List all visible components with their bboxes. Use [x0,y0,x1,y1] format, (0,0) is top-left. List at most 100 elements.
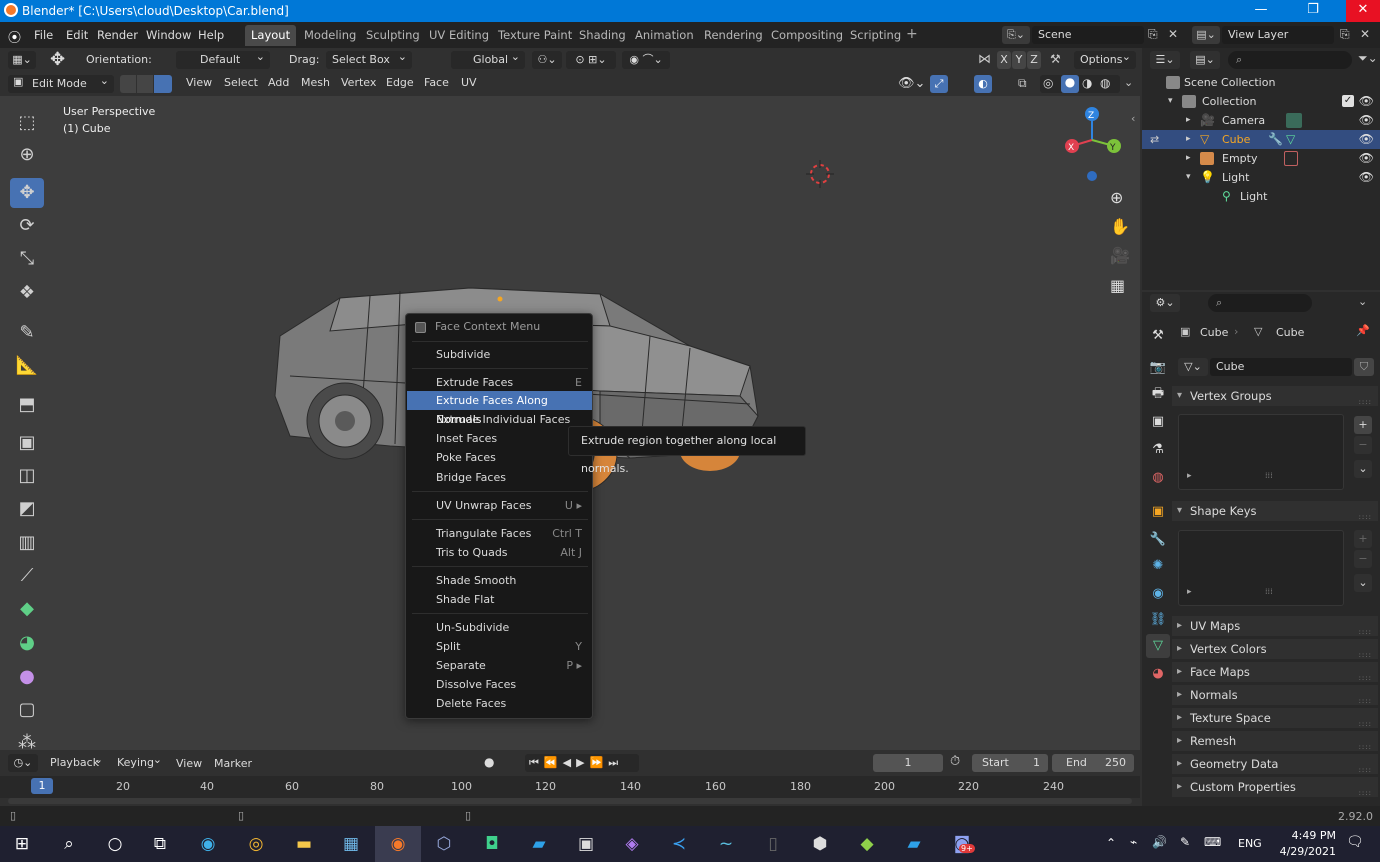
material-shading-icon[interactable]: ◑ [1082,76,1092,90]
volume-icon[interactable]: 🔊 [1152,835,1167,849]
gizmo-toggle-icon[interactable]: ⤢ [930,75,948,93]
pivot-point-icon[interactable]: ⚇⌄ [532,51,562,69]
drag-dropdown[interactable]: Select Box [326,48,412,69]
timeline-view-menu[interactable]: View [176,757,202,770]
zoom-icon[interactable]: ⊕ [1110,188,1123,207]
eye-icon[interactable]: 👁 [1359,92,1374,111]
menu-add[interactable]: Add [268,76,289,89]
tab-layout[interactable]: Layout [245,25,297,46]
outliner-item-empty[interactable]: ▸ Empty 👁 [1142,149,1380,168]
list-expand-icon[interactable]: ▸ [1187,471,1192,481]
jump-end-icon[interactable]: ⏭ [608,756,623,769]
windows-start-icon[interactable]: ⊞ [8,830,36,858]
section-shape-keys[interactable]: Shape Keys:::: [1172,501,1378,521]
file-explorer-icon[interactable]: ▬ [290,830,318,858]
outliner-item-light[interactable]: ▾ 💡 Light 👁 [1142,168,1380,187]
world-tab-icon[interactable]: ◍ [1146,466,1170,490]
camera-view-icon[interactable]: 🎥 [1110,246,1130,265]
timeline-scrollbar[interactable] [8,798,1132,804]
cursor-tool-icon[interactable]: ⊕ [10,140,44,170]
shrink-fatten-tool-icon[interactable]: ▢ [10,695,44,725]
playhead[interactable]: 1 [31,778,53,794]
eye-icon[interactable]: 👁 [1359,149,1374,168]
network-icon[interactable]: ⌁ [1130,835,1137,849]
tab-sculpting[interactable]: Sculpting [360,25,426,46]
menu-help[interactable]: Help [198,28,224,42]
search-icon[interactable]: ⌕ [55,830,83,858]
menu-uv[interactable]: UV [461,76,477,89]
transform-orientation-dropdown[interactable]: Global [451,48,525,69]
keyboard-icon[interactable]: ⌨ [1204,835,1221,849]
visual-studio-icon[interactable]: ◈ [618,830,646,858]
start-frame-field[interactable]: Start 1 [972,754,1048,772]
section-geometry-data[interactable]: Geometry Data:::: [1172,754,1378,774]
mesh-data-tab-icon[interactable]: ▽ [1146,634,1170,658]
mirror-z-toggle[interactable]: Z [1027,51,1041,69]
editor-type-icon[interactable]: ▦⌄ [8,51,36,69]
blender-taskbar-icon[interactable]: ◉ [375,826,421,862]
outliner-collection[interactable]: ▾ Collection ✓ 👁 [1142,92,1380,111]
edge-browser-icon[interactable]: ◉ [194,830,222,858]
display-mode-icon[interactable]: ▤⌄ [1190,51,1220,69]
bluestacks-icon[interactable]: ◆ [853,830,881,858]
section-remesh[interactable]: Remesh:::: [1172,731,1378,751]
chrome-icon[interactable]: ◎ [242,830,270,858]
render-tab-icon[interactable]: 📷 [1146,356,1170,380]
menu-render[interactable]: Render [97,28,138,42]
navigation-gizmo[interactable]: Z X Y [1058,104,1128,184]
add-shape-key-button[interactable]: + [1354,530,1372,548]
sidebar-toggle-icon[interactable]: ‹ [1131,112,1135,125]
object-tab-icon[interactable]: ▣ [1146,500,1170,524]
section-face-maps[interactable]: Face Maps:::: [1172,662,1378,682]
section-vertex-colors[interactable]: Vertex Colors:::: [1172,639,1378,659]
eye-icon[interactable]: 👁 [1359,130,1374,149]
eye-icon[interactable]: 👁 [1359,111,1374,130]
tab-animation[interactable]: Animation [629,25,700,46]
visibility-icon[interactable]: 👁⌄ [898,76,925,91]
solid-shading-icon[interactable]: ● [1061,75,1079,93]
preview-range-icon[interactable]: ⏱ [950,754,960,769]
menu-item-separate[interactable]: Separate P ▸ [407,656,592,675]
menu-mesh[interactable]: Mesh [301,76,330,89]
play-icon[interactable]: ▶ [576,756,589,769]
shape-key-specials-button[interactable]: ⌄ [1354,574,1372,592]
spin-tool-icon[interactable]: ◕ [10,628,44,658]
outliner-editor-type-icon[interactable]: ☰⌄ [1150,51,1180,69]
vertex-group-specials-button[interactable]: ⌄ [1354,460,1372,478]
virtualbox-icon[interactable]: ⬡ [430,830,458,858]
mirror-y-toggle[interactable]: Y [1012,51,1026,69]
proportional-edit-icon[interactable]: ◉ ⌒⌄ [622,51,670,69]
add-workspace-icon[interactable]: + [906,26,918,42]
snap-icon[interactable]: ⊙ ⊞⌄ [566,51,616,69]
collection-checkbox[interactable]: ✓ [1342,95,1354,107]
select-box-tool-icon[interactable]: ⬚ [10,108,44,138]
section-custom-properties[interactable]: Custom Properties:::: [1172,777,1378,797]
menu-item-dissolve-faces[interactable]: Dissolve Faces [407,675,592,694]
inset-tool-icon[interactable]: ◫ [10,461,44,491]
pen-icon[interactable]: ✎ [1180,835,1190,849]
menu-item-un-subdivide[interactable]: Un-Subdivide [407,618,592,637]
tool-tab-icon[interactable]: ⚒ [1146,324,1170,348]
extrude-tool-icon[interactable]: ▣ [10,428,44,458]
timeline-marker-menu[interactable]: Marker [214,757,252,770]
menu-item-shade-flat[interactable]: Shade Flat [407,590,592,609]
pan-hand-icon[interactable]: ✋ [1110,217,1130,236]
menu-face[interactable]: Face [424,76,449,89]
current-frame-field[interactable]: 1 [873,754,943,772]
vscode-icon[interactable]: ≺ [665,830,693,858]
tray-chevron-icon[interactable]: ⌃ [1106,836,1116,850]
physics-tab-icon[interactable]: ◉ [1146,582,1170,606]
menu-item-poke-faces[interactable]: Poke Faces [407,448,592,467]
new-scene-icon[interactable]: ⎘ [1148,27,1158,42]
menu-edit[interactable]: Edit [66,28,88,42]
measure-tool-icon[interactable]: 📐 [10,351,44,381]
maximize-button[interactable]: ❐ [1296,0,1330,22]
overlay-toggle-icon[interactable]: ◐ [974,75,992,93]
edit-mode-object-icon[interactable]: ⇄ [1150,130,1159,149]
delete-scene-icon[interactable]: ✕ [1168,27,1178,41]
wireframe-shading-icon[interactable]: ◎ [1043,76,1053,90]
close-button[interactable]: ✕ [1346,0,1380,22]
tab-uv-editing[interactable]: UV Editing [423,25,495,46]
scene-tab-icon[interactable]: ⚗ [1146,438,1170,462]
modifier-tab-icon[interactable]: 🔧 [1146,528,1170,552]
